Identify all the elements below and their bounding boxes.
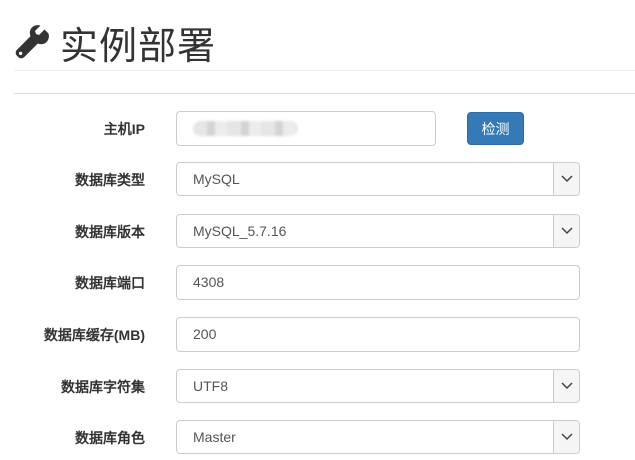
db-type-select[interactable]: MySQL (176, 162, 580, 196)
db-port-label: 数据库端口 (75, 275, 145, 291)
db-cache-row: 数据库缓存(MB) 200 (0, 317, 635, 353)
redacted-ip (193, 121, 298, 136)
form-divider (14, 93, 635, 94)
host-ip-row: 主机IP 检测 (0, 111, 635, 147)
db-version-label: 数据库版本 (75, 224, 145, 240)
db-role-row: 数据库角色 Master (0, 420, 635, 456)
chevron-down-icon[interactable] (553, 163, 579, 195)
chevron-down-icon[interactable] (553, 421, 579, 453)
db-port-row: 数据库端口 4308 (0, 265, 635, 301)
db-version-row: 数据库版本 MySQL_5.7.16 (0, 214, 635, 250)
host-ip-label: 主机IP (103, 121, 145, 137)
header-divider (14, 70, 635, 71)
db-charset-value: UTF8 (193, 378, 228, 394)
chevron-down-icon[interactable] (553, 215, 579, 247)
db-role-select[interactable]: Master (176, 420, 580, 454)
host-ip-input[interactable] (176, 111, 436, 146)
db-charset-select[interactable]: UTF8 (176, 369, 580, 403)
db-role-label: 数据库角色 (75, 430, 145, 446)
db-type-label: 数据库类型 (75, 172, 145, 188)
db-cache-input[interactable]: 200 (176, 317, 580, 352)
db-version-value: MySQL_5.7.16 (193, 223, 287, 239)
page-header: 实例部署 (14, 16, 216, 68)
db-role-value: Master (193, 429, 236, 445)
detect-button[interactable]: 检测 (467, 112, 524, 145)
page-title: 实例部署 (60, 25, 217, 68)
db-charset-row: 数据库字符集 UTF8 (0, 369, 635, 405)
db-port-input[interactable]: 4308 (176, 265, 580, 300)
db-type-value: MySQL (193, 171, 240, 187)
db-charset-label: 数据库字符集 (61, 379, 145, 395)
db-cache-label: 数据库缓存(MB) (43, 327, 145, 343)
chevron-down-icon[interactable] (553, 370, 579, 402)
db-type-row: 数据库类型 MySQL (0, 162, 635, 198)
db-version-select[interactable]: MySQL_5.7.16 (176, 214, 580, 248)
wrench-icon (15, 25, 49, 59)
